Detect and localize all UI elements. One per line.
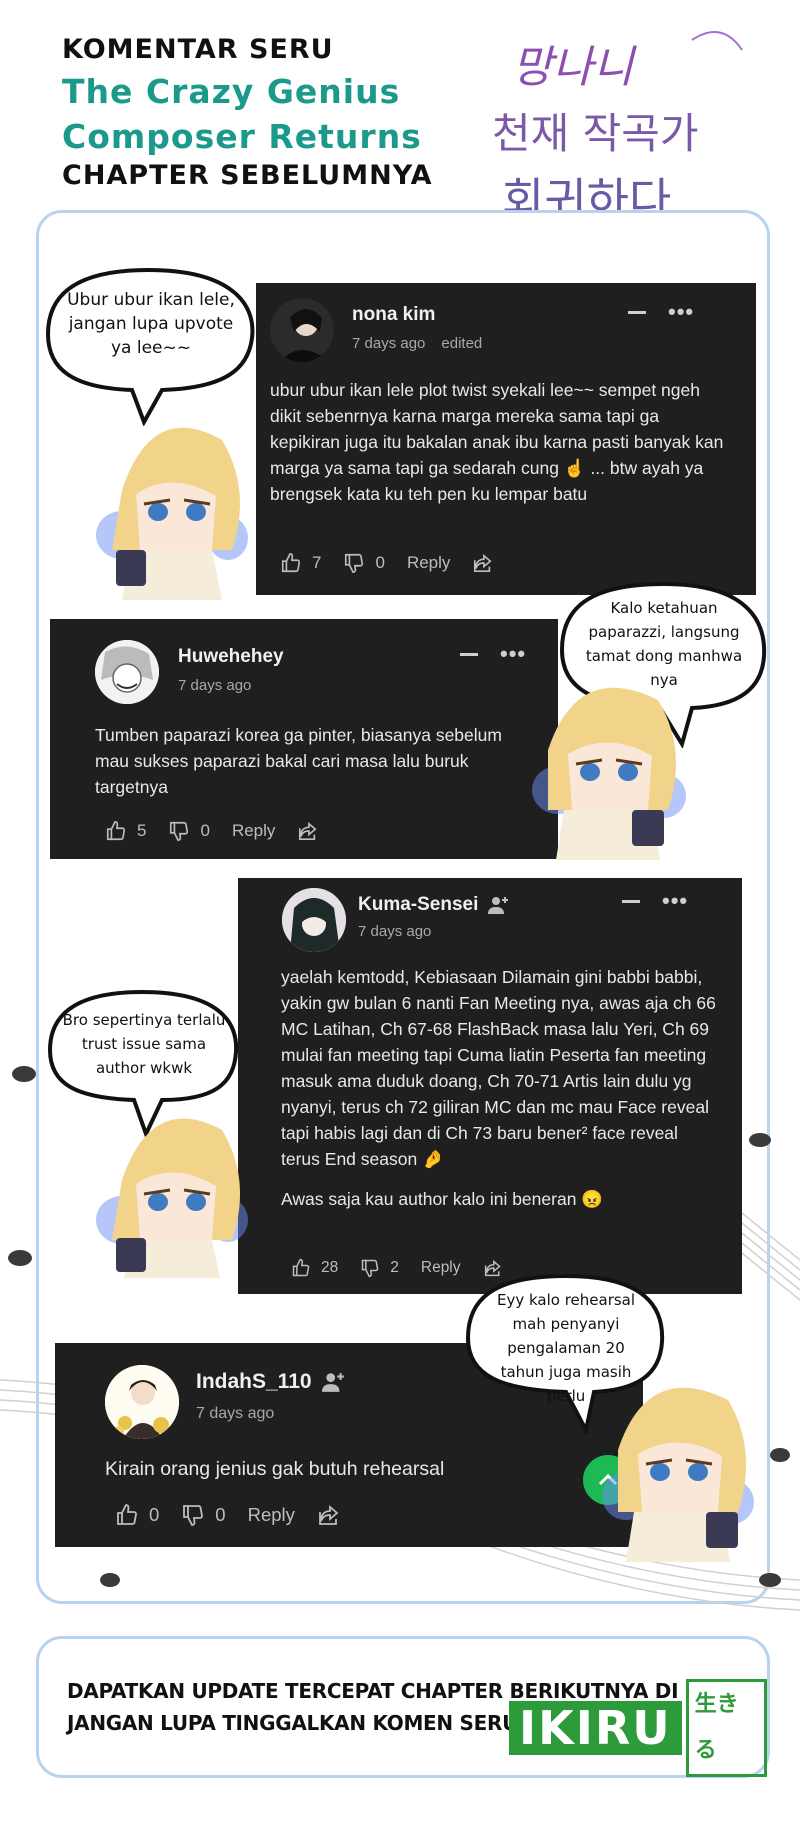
chibi-character xyxy=(532,687,686,860)
thumbs-up-icon xyxy=(106,821,126,841)
comment-time: 7 days ago xyxy=(358,923,432,940)
upvote-button[interactable]: 5 xyxy=(105,820,146,842)
reply-button[interactable]: Reply xyxy=(421,1259,461,1277)
upvote-button[interactable]: 0 xyxy=(115,1503,159,1527)
avatar[interactable] xyxy=(282,888,346,952)
comment-card: Kuma-Sensei 7 days ago ••• yaelah kemtod… xyxy=(238,878,742,1294)
like-count: 28 xyxy=(321,1259,339,1276)
logo-line-2: 천재 작곡가 xyxy=(492,109,699,158)
comment-body: Tumben paparazi korea ga pinter, biasany… xyxy=(95,722,515,814)
downvote-button[interactable]: 2 xyxy=(360,1258,399,1278)
comment-username[interactable]: nona kim xyxy=(352,304,435,326)
chibi-character xyxy=(602,1387,754,1562)
comment-actions: 7 0 Reply xyxy=(280,552,526,574)
collapse-icon[interactable] xyxy=(460,652,478,656)
follow-user-icon[interactable] xyxy=(488,896,510,914)
thumbs-up-icon xyxy=(292,1258,310,1277)
username-text: IndahS_110 xyxy=(196,1370,312,1393)
downvote-button[interactable]: 0 xyxy=(343,552,385,574)
avatar[interactable] xyxy=(105,1365,179,1439)
comment-menu: ••• xyxy=(628,301,694,323)
footer-banner: DAPATKAN UPDATE TERCEPAT CHAPTER BERIKUT… xyxy=(36,1636,770,1778)
thumbs-down-icon xyxy=(183,1505,204,1526)
ikiru-wordmark: IKIRU xyxy=(509,1701,682,1755)
reply-button[interactable]: Reply xyxy=(407,553,450,573)
dislike-count: 0 xyxy=(375,553,385,572)
comment-meta: 7 days ago xyxy=(196,1405,290,1423)
comment-username[interactable]: Huwehehey xyxy=(178,646,284,668)
like-count: 5 xyxy=(137,821,147,840)
more-options-icon[interactable]: ••• xyxy=(500,643,526,665)
comment-menu: ••• xyxy=(460,643,526,665)
share-icon xyxy=(474,553,492,572)
comment-actions: 5 0 Reply xyxy=(105,820,351,842)
comment-time: 7 days ago xyxy=(352,335,426,352)
avatar[interactable] xyxy=(95,640,159,704)
collapse-icon[interactable] xyxy=(622,899,640,903)
logo-line-1: 망나니 xyxy=(512,42,637,93)
header-chapter-label: CHAPTER SEBELUMNYA xyxy=(62,160,433,191)
edited-label: edited xyxy=(441,335,483,352)
comment-body: Kirain orang jenius gak butuh rehearsal xyxy=(105,1456,575,1496)
avatar[interactable] xyxy=(270,298,334,362)
dislike-count: 0 xyxy=(200,821,210,840)
follow-user-icon[interactable] xyxy=(321,1372,346,1393)
share-icon xyxy=(299,821,317,840)
comment-text: Kirain orang jenius gak butuh rehearsal xyxy=(105,1458,445,1480)
comment-text: Tumben paparazi korea ga pinter, biasany… xyxy=(95,725,502,797)
downvote-button[interactable]: 0 xyxy=(181,1503,226,1527)
thumbs-up-icon xyxy=(281,553,301,573)
chibi-character xyxy=(96,1118,248,1278)
thumbs-down-icon xyxy=(170,821,189,841)
chibi-character xyxy=(96,427,248,600)
share-button[interactable] xyxy=(297,821,329,841)
like-count: 0 xyxy=(149,1504,160,1525)
username-text: Kuma-Sensei xyxy=(358,894,479,915)
header-title-komentar: KOMENTAR SERU xyxy=(62,34,334,65)
comment-username[interactable]: IndahS_110 xyxy=(196,1370,346,1394)
upvote-button[interactable]: 28 xyxy=(291,1258,338,1278)
thumbs-down-icon xyxy=(345,553,364,573)
collapse-icon[interactable] xyxy=(628,310,646,314)
comment-text: Awas saja kau author kalo ini beneran 😠 xyxy=(281,1189,604,1209)
comment-menu: ••• xyxy=(622,890,688,912)
like-count: 7 xyxy=(312,553,322,572)
header-series-title-1: The Crazy Genius xyxy=(62,72,401,111)
comment-actions: 0 0 Reply xyxy=(115,1503,373,1527)
comment-body: yaelah kemtodd, Kebiasaan Dilamain gini … xyxy=(281,964,721,1226)
comment-card: nona kim 7 days ago edited ••• ubur ubur … xyxy=(256,283,756,595)
comment-body: ubur ubur ikan lele plot twist syekali l… xyxy=(270,377,730,521)
comment-card: Huwehehey 7 days ago ••• Tumben paparazi… xyxy=(50,619,558,859)
comment-meta: 7 days ago xyxy=(178,677,267,694)
upvote-button[interactable]: 7 xyxy=(280,552,321,574)
header-series-title-2: Composer Returns xyxy=(62,117,422,156)
thumbs-up-icon xyxy=(117,1504,137,1525)
ikiru-logo: IKIRU 生きる xyxy=(509,1679,767,1777)
share-icon xyxy=(319,1505,339,1525)
more-options-icon[interactable]: ••• xyxy=(668,301,694,323)
bubble-text: Bro sepertinya terlalu trust issue sama … xyxy=(62,1011,226,1077)
dislike-count: 2 xyxy=(390,1259,399,1276)
bubble-text: Ubur ubur ikan lele, jangan lupa upvote … xyxy=(67,290,235,358)
comment-time: 7 days ago xyxy=(196,1405,275,1422)
comment-meta: 7 days ago xyxy=(358,923,447,940)
comment-meta: 7 days ago edited xyxy=(352,335,498,352)
share-button[interactable] xyxy=(317,1504,351,1526)
comment-time: 7 days ago xyxy=(178,677,252,694)
reply-button[interactable]: Reply xyxy=(232,821,275,841)
ikiru-japanese-mark: 生きる xyxy=(685,1679,767,1777)
share-button[interactable] xyxy=(472,553,504,573)
comment-text: ubur ubur ikan lele plot twist syekali l… xyxy=(270,380,724,504)
reply-button[interactable]: Reply xyxy=(248,1504,295,1526)
downvote-button[interactable]: 0 xyxy=(168,820,210,842)
thumbs-down-icon xyxy=(362,1259,379,1278)
dislike-count: 0 xyxy=(215,1504,226,1525)
comment-username[interactable]: Kuma-Sensei xyxy=(358,894,510,916)
comment-text: yaelah kemtodd, Kebiasaan Dilamain gini … xyxy=(281,967,716,1169)
more-options-icon[interactable]: ••• xyxy=(662,890,688,912)
